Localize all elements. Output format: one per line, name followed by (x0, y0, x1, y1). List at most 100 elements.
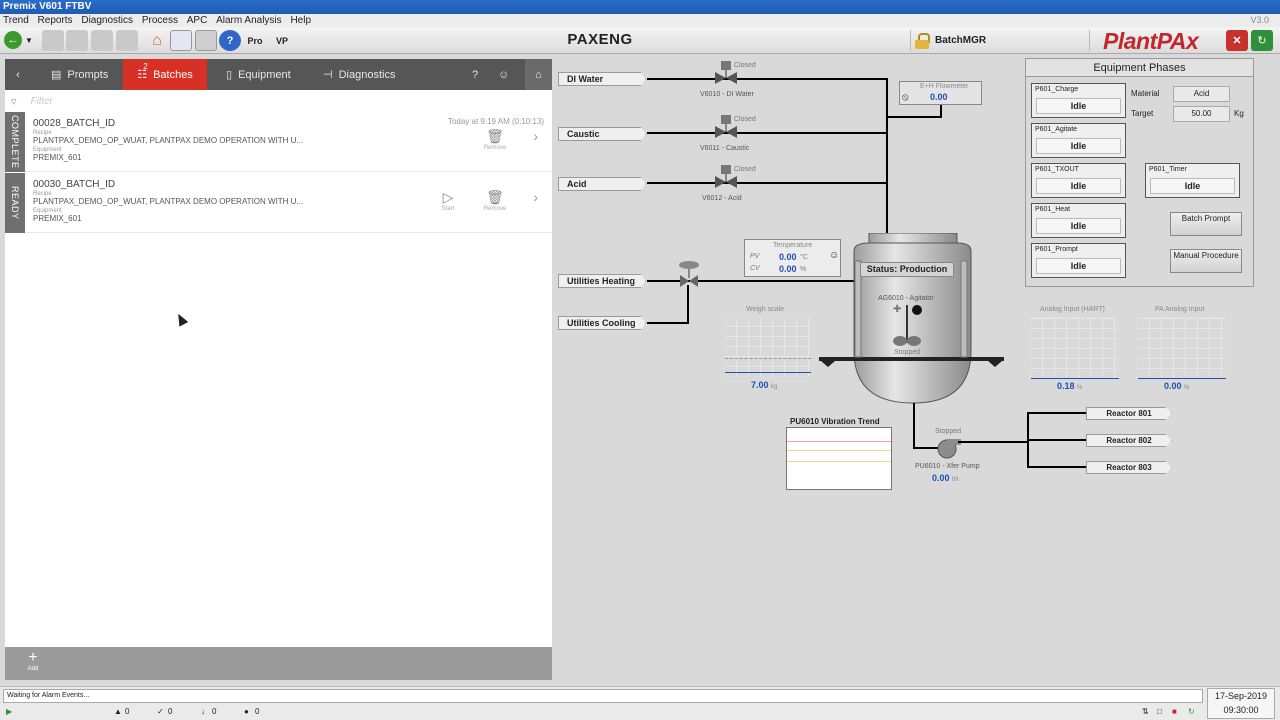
tank-status: Status: Production (860, 262, 954, 277)
agitator-status-icon (912, 305, 922, 315)
tab-label: Prompts (67, 68, 109, 81)
vibration-trend-chart[interactable] (786, 427, 892, 490)
close-display-icon[interactable]: ✕ (1226, 30, 1248, 51)
silence-icon[interactable]: ■ (1172, 707, 1177, 716)
remove-button[interactable]: 🗑 Remove (478, 128, 512, 151)
pa-analog-value: 0.00 (1164, 381, 1182, 391)
pipe (647, 132, 887, 134)
phase-state: Idle (1036, 258, 1121, 274)
pipe (647, 322, 689, 324)
vibration-trend-title: PU6010 Vibration Trend (790, 417, 880, 426)
menu-process[interactable]: Process (142, 15, 178, 26)
viewpoint-icon[interactable]: VP (271, 30, 293, 51)
reactor-tank[interactable] (819, 233, 1004, 405)
filter-row[interactable]: ▿ Filter (5, 92, 552, 110)
pump-icon[interactable] (933, 436, 963, 462)
trend-icon[interactable] (170, 30, 192, 51)
toolbar: ← ▼ ⌂ ? Pro VP PAXENG BatchMGR PlantPAx … (0, 27, 1280, 54)
equipment-phases-panel: Equipment Phases P601_Charge Idle P601_A… (1025, 58, 1254, 287)
version-label: V3.0 (1250, 15, 1269, 25)
phase-charge[interactable]: P601_Charge Idle (1031, 83, 1126, 118)
phase-prompt[interactable]: P601_Prompt Idle (1031, 243, 1126, 278)
batch-row[interactable]: 00028_BATCH_ID Today at 9:19 AM (0:10:13… (25, 112, 552, 172)
menu-help[interactable]: Help (290, 15, 311, 26)
phase-timer[interactable]: P601_Timer Idle (1145, 163, 1240, 198)
tab-diagnostics[interactable]: ⊣ Diagnostics (323, 59, 395, 90)
chevron-right-icon[interactable]: › (533, 128, 538, 144)
print-icon[interactable] (195, 30, 217, 51)
remove-button[interactable]: 🗑 Remove (478, 189, 512, 212)
phase-name: P601_Agitate (1035, 126, 1078, 133)
user-badge[interactable]: BatchMGR (910, 30, 1090, 51)
valve-state: Closed (734, 166, 756, 173)
tab-equipment[interactable]: ▯ Equipment (226, 59, 291, 90)
refresh-icon[interactable]: ↻ (1188, 707, 1195, 716)
home-icon[interactable]: ⌂ (146, 30, 168, 51)
user-icon[interactable]: ☺ (498, 59, 509, 90)
target-unit: Kg (1234, 109, 1244, 118)
valve-state: Closed (734, 116, 756, 123)
current-date: 17-Sep-2019 (1214, 691, 1268, 701)
manual-procedure-button[interactable]: Manual Procedure (1170, 249, 1242, 273)
agitator-impeller-icon[interactable] (893, 334, 921, 348)
weigh-scale-readout: 7.00 kg (751, 380, 777, 390)
refresh-icon[interactable]: ↻ (1251, 30, 1273, 51)
chevron-right-icon[interactable]: › (533, 189, 538, 205)
collapse-panel-icon[interactable]: ‹ (5, 59, 31, 90)
status-bar: Waiting for Alarm Events... ▶ ▲ 0 ✓ 0 ↓ … (0, 686, 1280, 720)
display-nav-icon[interactable] (116, 30, 138, 51)
target-label: Target (1131, 109, 1154, 118)
user-name: BatchMGR (935, 35, 987, 46)
reactor-801-link[interactable]: Reactor 801 (1086, 407, 1172, 420)
pump-value: 0.00 (932, 473, 950, 483)
home-icon[interactable]: ⌂ (525, 59, 552, 90)
phase-txout[interactable]: P601_TXOUT Idle (1031, 163, 1126, 198)
flowmeter-display[interactable]: E+H Flowmeter 0.00 ⦸ (899, 81, 982, 105)
batch-row[interactable]: 00030_BATCH_ID Recipe PLANTPAX_DEMO_OP_W… (25, 173, 552, 233)
zoom-icon[interactable] (91, 30, 113, 51)
batch-prompt-button[interactable]: Batch Prompt (1170, 212, 1242, 236)
alarm-suppressed-icon[interactable]: ● (244, 707, 249, 716)
diagnostics-icon: ⊣ (323, 69, 333, 81)
pa-analog-unit: % (1184, 385, 1190, 391)
tab-prompts[interactable]: ▤ Prompts (51, 59, 108, 90)
status-tag-ready: READY (5, 173, 25, 233)
tab-batches[interactable]: ☷ 2 Batches (123, 59, 207, 90)
pv-label: PV (750, 253, 760, 260)
menu-trend[interactable]: Trend (3, 15, 29, 26)
alarm-bell-icon[interactable]: ▲ (114, 707, 122, 716)
trash-icon: 🗑 (486, 189, 504, 205)
menu-reports[interactable]: Reports (38, 15, 73, 26)
alarm-banner-icon[interactable]: ▶ (6, 707, 12, 716)
phase-heat[interactable]: P601_Heat Idle (1031, 203, 1126, 238)
control-valve-icon[interactable] (677, 260, 701, 294)
menu-alarm-analysis[interactable]: Alarm Analysis (216, 15, 282, 26)
tab-label: Batches (153, 68, 193, 81)
alarm-shelved-icon[interactable]: ↓ (201, 707, 205, 716)
back-dropdown-icon[interactable]: ▼ (24, 30, 34, 51)
reactor-802-link[interactable]: Reactor 802 (1086, 434, 1172, 447)
help-icon[interactable]: ? (219, 30, 241, 51)
flowmeter-icon: ⦸ (902, 92, 909, 103)
filter-input[interactable]: Filter (31, 96, 53, 107)
start-button[interactable]: ▷ Start (431, 189, 465, 212)
add-button[interactable]: + Add (25, 650, 41, 673)
alarm-ack-icon[interactable]: ✓ (157, 707, 164, 716)
source-di-water[interactable]: DI Water (558, 72, 646, 86)
status-icon[interactable]: ⇅ (1142, 707, 1149, 716)
reactor-803-link[interactable]: Reactor 803 (1086, 461, 1172, 474)
source-acid[interactable]: Acid (558, 177, 646, 191)
factorytalk-pro-icon[interactable]: Pro (244, 30, 266, 51)
source-utilities-heating[interactable]: Utilities Heating (558, 274, 646, 288)
source-utilities-cooling[interactable]: Utilities Cooling (558, 316, 646, 330)
phase-state: Idle (1036, 218, 1121, 234)
status-icon[interactable]: □ (1157, 707, 1162, 716)
display-nav-icon[interactable] (66, 30, 88, 51)
menu-diagnostics[interactable]: Diagnostics (81, 15, 133, 26)
menu-apc[interactable]: APC (187, 15, 208, 26)
display-nav-icon[interactable] (42, 30, 64, 51)
help-icon[interactable]: ? (472, 59, 478, 90)
back-icon[interactable]: ← (4, 31, 22, 49)
source-caustic[interactable]: Caustic (558, 127, 646, 141)
phase-agitate[interactable]: P601_Agitate Idle (1031, 123, 1126, 158)
